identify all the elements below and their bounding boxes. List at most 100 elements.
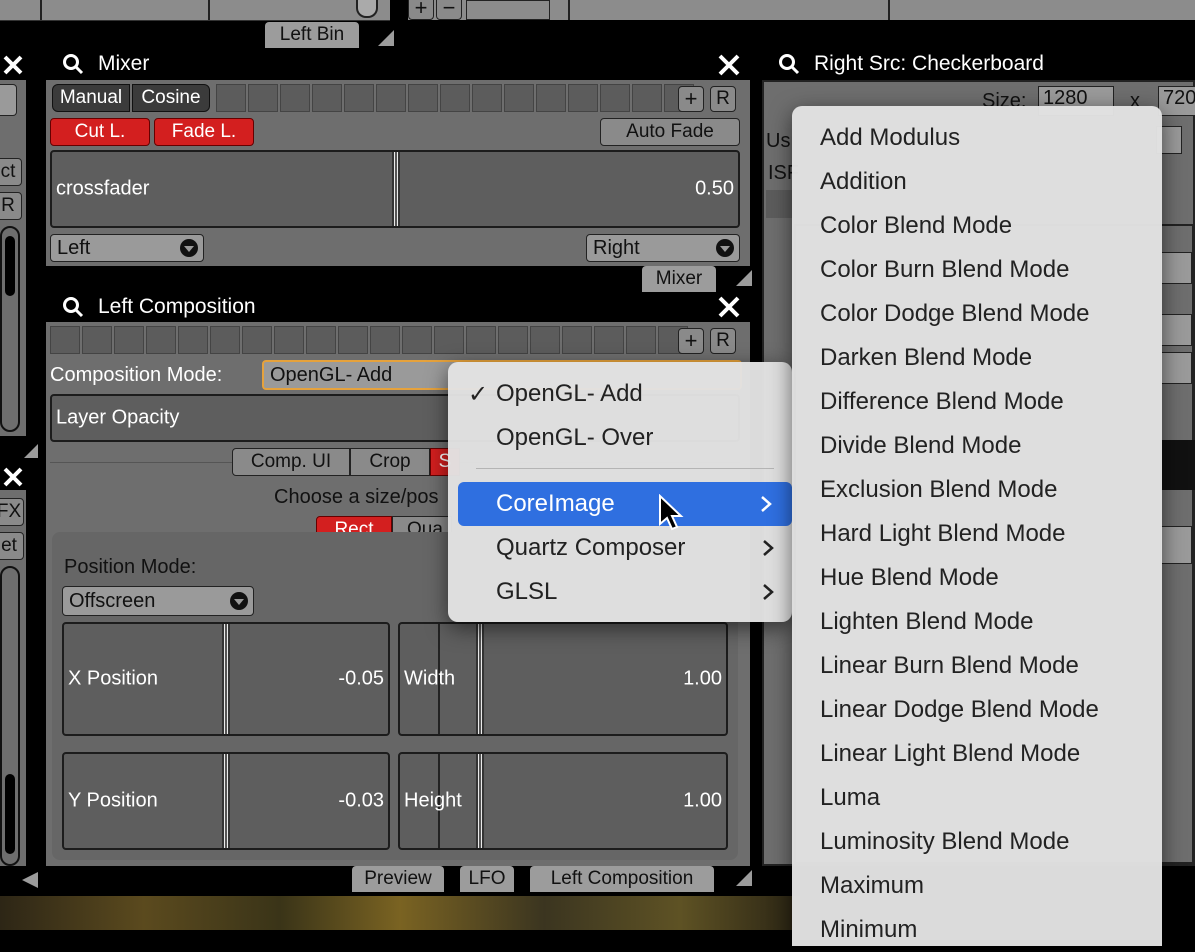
menu-item-opengl-over[interactable]: OpenGL- Over xyxy=(448,418,792,458)
tab-preview[interactable]: Preview xyxy=(352,866,444,892)
composition-mode-menu: ✓ OpenGL- Add OpenGL- Over CoreImage Qua… xyxy=(448,362,792,622)
cut-button[interactable]: Cut L. xyxy=(50,118,150,146)
tick xyxy=(208,0,210,20)
mixer-add-button[interactable]: + xyxy=(678,86,704,112)
close-icon[interactable] xyxy=(716,294,742,320)
tab-cosine[interactable]: Cosine xyxy=(132,84,210,112)
close-icon[interactable] xyxy=(2,54,24,76)
comp-cell-row xyxy=(50,326,688,354)
submenu-item[interactable]: Maximum xyxy=(820,864,924,908)
submenu-item[interactable]: Difference Blend Mode xyxy=(820,380,1064,424)
mixer-reset-button[interactable]: R xyxy=(710,86,736,112)
chevron-down-icon xyxy=(230,592,248,610)
right-source-select[interactable]: Right xyxy=(586,234,740,262)
close-icon[interactable] xyxy=(2,466,24,488)
submenu-item[interactable]: Luminosity Blend Mode xyxy=(820,820,1069,864)
submenu-item[interactable]: Darken Blend Mode xyxy=(820,336,1032,380)
resize-corner-icon[interactable] xyxy=(736,270,752,286)
submenu-item[interactable]: Luma xyxy=(820,776,880,820)
width-thumb[interactable] xyxy=(476,624,484,734)
submenu-item[interactable]: Lighten Blend Mode xyxy=(820,600,1034,644)
y-position-slider[interactable]: Y Position -0.03 xyxy=(62,752,390,850)
bin-remove-button[interactable]: − xyxy=(436,0,462,20)
search-icon[interactable] xyxy=(62,53,84,75)
submenu-item[interactable]: Linear Dodge Blend Mode xyxy=(820,688,1099,732)
mouse-cursor-icon xyxy=(659,494,684,531)
mixer-title-bar: Mixer xyxy=(62,46,742,82)
width-slider[interactable]: Width 1.00 xyxy=(398,622,728,736)
close-icon[interactable] xyxy=(716,52,742,78)
submenu-item[interactable]: Divide Blend Mode xyxy=(820,424,1021,468)
right-src-field-4[interactable] xyxy=(1160,352,1192,384)
submenu-item[interactable]: Color Blend Mode xyxy=(820,204,1012,248)
resize-corner-icon[interactable] xyxy=(378,30,394,46)
height-thumb[interactable] xyxy=(476,754,484,848)
search-icon[interactable] xyxy=(62,296,84,318)
comp-add-button[interactable]: + xyxy=(678,328,704,354)
menu-item-coreimage[interactable]: CoreImage xyxy=(458,482,792,526)
submenu-item[interactable]: Minimum xyxy=(820,908,917,952)
submenu-item[interactable]: Hue Blend Mode xyxy=(820,556,999,600)
height-slider[interactable]: Height 1.00 xyxy=(398,752,728,850)
composition-mode-label: Composition Mode: xyxy=(50,364,223,386)
submenu-item[interactable]: Hard Light Blend Mode xyxy=(820,512,1065,556)
right-src-field-2[interactable] xyxy=(1160,252,1192,284)
tab-manual[interactable]: Manual xyxy=(52,84,130,112)
submenu-item[interactable]: Addition xyxy=(820,160,907,204)
left-strip-fx-button[interactable]: FX xyxy=(0,498,24,526)
submenu-item[interactable]: Exclusion Blend Mode xyxy=(820,468,1057,512)
composition-mode-value: OpenGL- Add xyxy=(270,363,393,386)
seg-crop[interactable]: Crop xyxy=(350,448,430,476)
tab-left-bin[interactable]: Left Bin xyxy=(265,22,359,48)
fade-button[interactable]: Fade L. xyxy=(154,118,254,146)
position-mode-select[interactable]: Offscreen xyxy=(62,586,254,616)
search-icon[interactable] xyxy=(778,53,800,75)
right-src-field-3[interactable] xyxy=(1160,314,1192,346)
check-icon: ✓ xyxy=(468,380,489,408)
y-position-thumb[interactable] xyxy=(222,754,230,848)
tab-left-composition[interactable]: Left Composition xyxy=(530,866,714,892)
tick xyxy=(888,0,890,20)
menu-item-label: Quartz Composer xyxy=(496,534,686,561)
submenu-item[interactable]: Add Modulus xyxy=(820,116,960,160)
left-strip-scrollbar[interactable] xyxy=(0,226,20,432)
left-strip-field[interactable] xyxy=(0,84,17,116)
y-position-label: Y Position xyxy=(68,789,158,812)
submenu-item[interactable]: Color Dodge Blend Mode xyxy=(820,292,1090,336)
x-position-thumb[interactable] xyxy=(222,624,230,734)
mixer-panel: Manual Cosine + R Cut L. Fade L. Auto Fa… xyxy=(46,80,750,266)
auto-fade-button[interactable]: Auto Fade xyxy=(600,118,740,146)
left-strip-scrollbar-2[interactable] xyxy=(0,566,20,866)
mixer-title: Mixer xyxy=(98,52,150,75)
height-value: 1.00 xyxy=(683,789,722,812)
tab-lfo[interactable]: LFO xyxy=(460,866,514,892)
comp-reset-button[interactable]: R xyxy=(710,328,736,354)
chevron-down-icon xyxy=(180,239,198,257)
left-strip-ct-button[interactable]: ct xyxy=(0,158,22,186)
seg-comp-ui[interactable]: Comp. UI xyxy=(232,448,350,476)
chevron-right-icon xyxy=(761,496,772,512)
bin-field[interactable] xyxy=(466,0,550,20)
crossfader-slider[interactable]: crossfader 0.50 xyxy=(50,150,740,228)
menu-item-quartz-composer[interactable]: Quartz Composer xyxy=(448,528,792,568)
scroll-knob[interactable] xyxy=(356,0,378,18)
bin-add-button[interactable]: + xyxy=(408,0,434,20)
menu-item-opengl-add[interactable]: ✓ OpenGL- Add xyxy=(448,374,792,414)
submenu-item[interactable]: Linear Burn Blend Mode xyxy=(820,644,1079,688)
submenu-item[interactable]: Color Burn Blend Mode xyxy=(820,248,1069,292)
submenu-item[interactable]: Linear Light Blend Mode xyxy=(820,732,1080,776)
left-strip-et-button[interactable]: et xyxy=(0,532,24,560)
crossfader-label: crossfader xyxy=(56,177,150,200)
size-height-field[interactable]: 720 xyxy=(1158,86,1195,116)
resize-corner-icon[interactable] xyxy=(736,870,752,886)
crossfader-value: 0.50 xyxy=(695,177,734,200)
resize-corner-icon[interactable] xyxy=(22,872,38,888)
crossfader-thumb[interactable] xyxy=(392,152,400,226)
left-source-select[interactable]: Left xyxy=(50,234,204,262)
x-position-slider[interactable]: X Position -0.05 xyxy=(62,622,390,736)
right-src-field[interactable] xyxy=(1160,526,1192,564)
resize-corner-icon[interactable] xyxy=(24,444,38,458)
left-strip-reset-button[interactable]: R xyxy=(0,192,22,220)
left-strip: ct R FX et xyxy=(0,46,40,866)
menu-item-glsl[interactable]: GLSL xyxy=(448,572,792,612)
